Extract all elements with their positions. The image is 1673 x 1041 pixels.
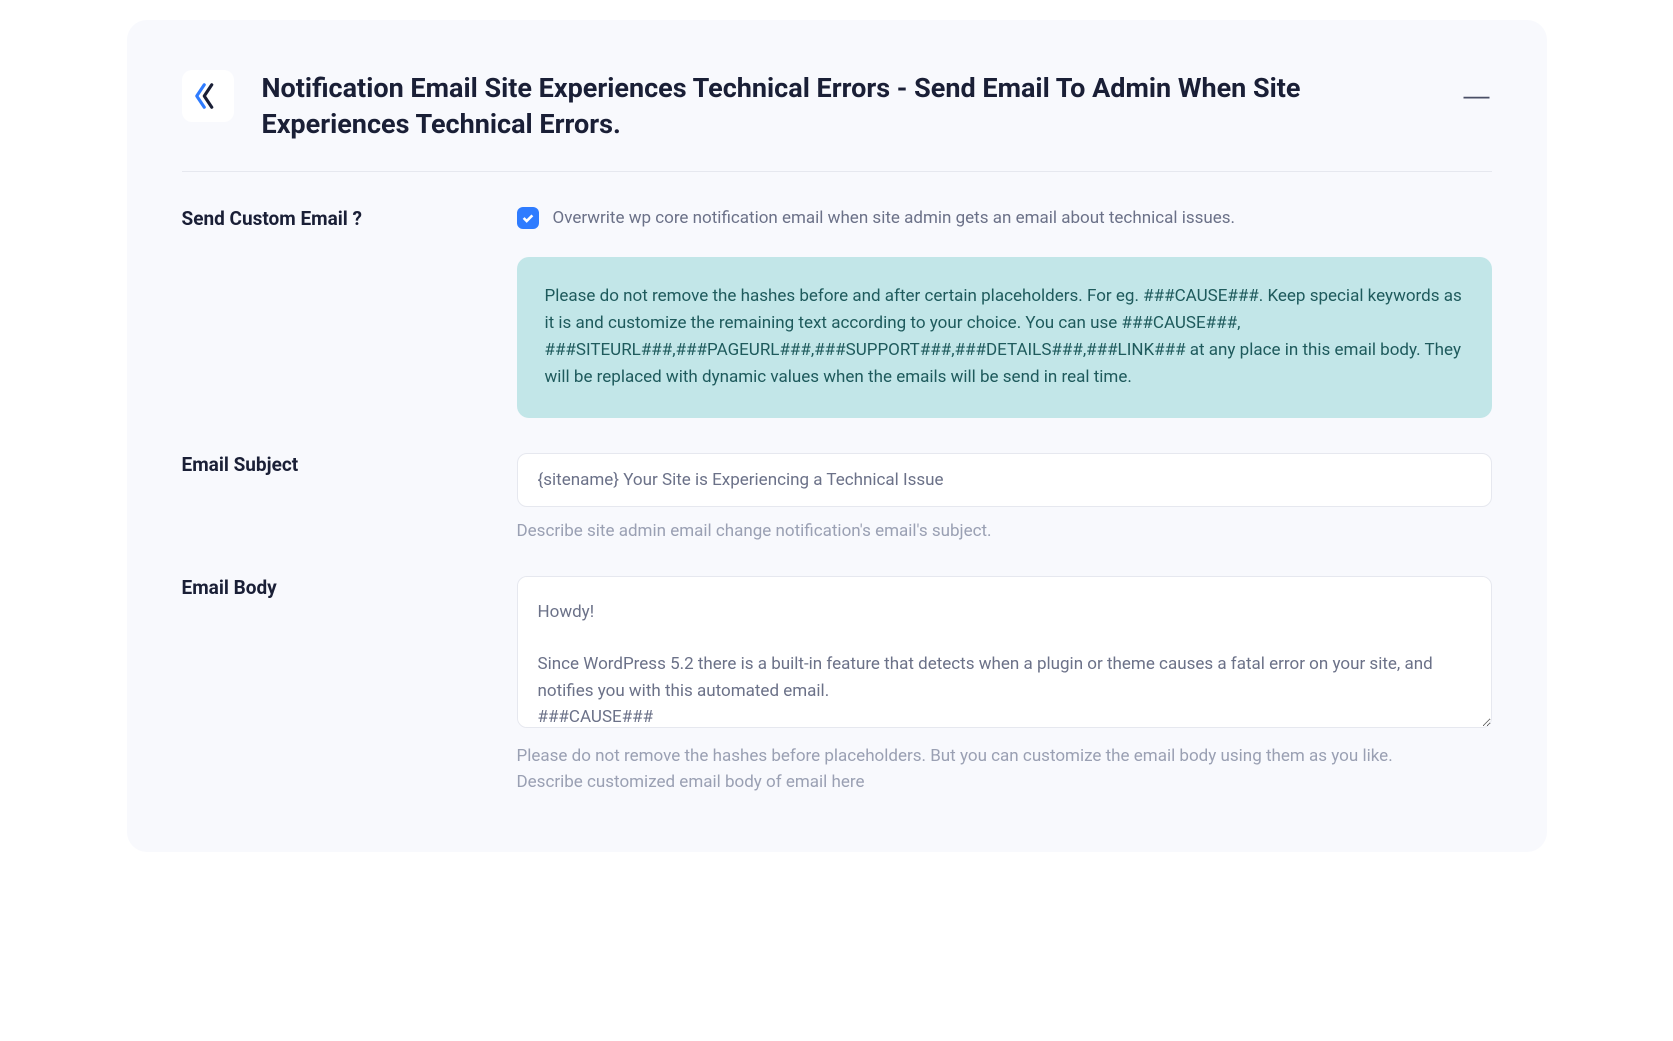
email-subject-field: Describe site admin email change notific… xyxy=(517,453,1492,541)
custom-email-label: Send Custom Email ? xyxy=(182,207,517,230)
custom-email-row: Send Custom Email ? Overwrite wp core no… xyxy=(182,172,1492,418)
placeholder-notice: Please do not remove the hashes before a… xyxy=(517,257,1492,418)
panel-header: Notification Email Site Experiences Tech… xyxy=(182,70,1492,172)
logo-icon xyxy=(182,70,234,122)
email-body-help-1: Please do not remove the hashes before p… xyxy=(517,746,1492,766)
panel-title: Notification Email Site Experiences Tech… xyxy=(262,70,1492,143)
email-subject-help: Describe site admin email change notific… xyxy=(517,521,1492,541)
email-subject-label: Email Subject xyxy=(182,453,517,476)
collapse-button[interactable]: — xyxy=(1462,80,1492,110)
custom-email-field: Overwrite wp core notification email whe… xyxy=(517,207,1492,418)
email-body-field: Please do not remove the hashes before p… xyxy=(517,576,1492,792)
custom-email-checkbox[interactable] xyxy=(517,207,539,229)
email-body-label: Email Body xyxy=(182,576,517,599)
email-body-row: Email Body Please do not remove the hash… xyxy=(182,541,1492,792)
custom-email-checkbox-label: Overwrite wp core notification email whe… xyxy=(553,208,1236,228)
settings-panel: Notification Email Site Experiences Tech… xyxy=(127,20,1547,852)
check-icon xyxy=(521,211,535,225)
email-subject-row: Email Subject Describe site admin email … xyxy=(182,418,1492,541)
email-subject-input[interactable] xyxy=(517,453,1492,507)
email-body-help-2: Describe customized email body of email … xyxy=(517,772,1492,792)
custom-email-checkbox-row: Overwrite wp core notification email whe… xyxy=(517,207,1492,229)
email-body-textarea[interactable] xyxy=(517,576,1492,728)
